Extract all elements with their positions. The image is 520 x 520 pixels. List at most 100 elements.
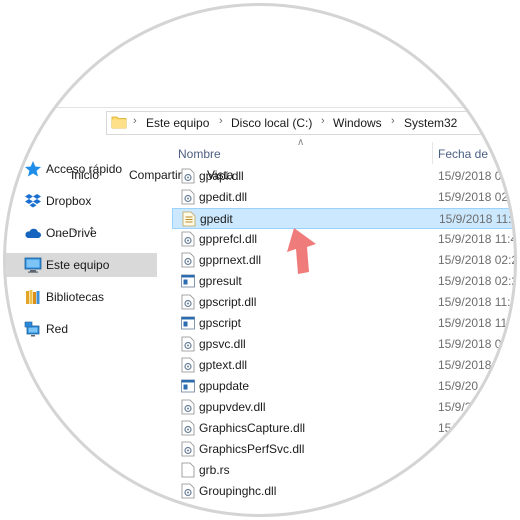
file-date: 15/9/2018 02:2 bbox=[438, 274, 514, 288]
sidebar-item-label: Dropbox bbox=[46, 194, 92, 208]
file-date: 15/9/2018 0 bbox=[438, 337, 502, 351]
dll-file-icon bbox=[181, 168, 195, 184]
file-row[interactable]: grb.rs 15/9/201 bbox=[172, 460, 514, 481]
breadcrumb-separator: › bbox=[321, 115, 325, 127]
application-icon bbox=[181, 316, 195, 330]
magnifier-circle: m32 Inicio Compartir Vista ← → ⌄ ↑ › Est… bbox=[6, 6, 514, 514]
file-name: gpupvdev.dll bbox=[199, 400, 266, 414]
breadcrumb-este-equipo[interactable]: Este equipo bbox=[146, 116, 209, 130]
file-date: 15/9/20 bbox=[438, 379, 479, 393]
file-date: 15/9/2018 bbox=[438, 421, 492, 435]
file-row[interactable]: Groupinghc.dll 15/9/20 bbox=[172, 481, 514, 502]
file-row-selected[interactable]: gpedit 15/9/2018 11: bbox=[172, 208, 514, 229]
sidebar-item-label: Acceso rápido bbox=[46, 162, 123, 176]
dll-file-icon bbox=[181, 357, 195, 373]
file-name: gpupdate bbox=[199, 379, 250, 393]
file-date: 15/9/20 bbox=[438, 484, 479, 498]
file-row[interactable]: gpscript 15/9/2018 11: bbox=[172, 313, 514, 334]
file-name: gpscript bbox=[199, 316, 242, 330]
pointer-arrow-annotation bbox=[287, 228, 316, 274]
file-row[interactable]: gpedit.dll 15/9/2018 02:2 bbox=[172, 187, 514, 208]
sidebar-item-label: OneDrive bbox=[46, 226, 97, 240]
file-date: 15/9/2018 11:4 bbox=[438, 232, 514, 246]
file-row[interactable]: gptext.dll 15/9/2018 02: bbox=[172, 355, 514, 376]
file-icon bbox=[181, 462, 195, 478]
sidebar-item-dropbox[interactable]: Dropbox bbox=[6, 189, 157, 213]
dll-file-icon bbox=[181, 441, 195, 457]
breadcrumb-disco-local[interactable]: Disco local (C:) bbox=[231, 116, 312, 130]
file-date: 15/9/2018 02: bbox=[438, 358, 512, 372]
file-name: gptext.dll bbox=[199, 358, 248, 372]
sidebar-item-este-equipo[interactable]: Este equipo bbox=[6, 253, 157, 277]
breadcrumb-separator: › bbox=[391, 115, 395, 127]
file-date: 15/9/2018 02:2 bbox=[438, 190, 514, 204]
dropbox-icon bbox=[25, 194, 41, 208]
application-icon bbox=[181, 379, 195, 393]
breadcrumb-system32[interactable]: System32 bbox=[404, 116, 457, 130]
file-name: gpscript.dll bbox=[199, 295, 257, 309]
column-divider[interactable] bbox=[432, 142, 433, 164]
breadcrumb-windows[interactable]: Windows bbox=[333, 116, 382, 130]
file-name: gpresult bbox=[199, 274, 242, 288]
sidebar-item-label: Red bbox=[46, 322, 69, 336]
file-explorer-window: m32 Inicio Compartir Vista ← → ⌄ ↑ › Est… bbox=[6, 6, 514, 514]
ribbon-tabs: Inicio Compartir Vista bbox=[6, 80, 514, 182]
file-date: 15/9/2018 11: bbox=[439, 212, 512, 226]
application-icon bbox=[181, 274, 195, 288]
library-icon bbox=[26, 290, 40, 304]
dll-file-icon bbox=[181, 336, 195, 352]
file-row[interactable]: gpsvc.dll 15/9/2018 0 bbox=[172, 334, 514, 355]
folder-icon bbox=[111, 116, 127, 129]
breadcrumb-separator: › bbox=[133, 115, 137, 127]
file-row[interactable]: gpapi.dll 15/9/2018 02:2 bbox=[172, 166, 514, 187]
file-row[interactable]: gpupdate 15/9/20 bbox=[172, 376, 514, 397]
file-row[interactable]: gpprnext.dll 15/9/2018 02:2 bbox=[172, 250, 514, 271]
file-name: gpedit bbox=[200, 212, 233, 226]
file-date: 15/9/2018 02:2 bbox=[438, 169, 514, 183]
column-header-name[interactable]: Nombre bbox=[178, 147, 221, 161]
file-row[interactable]: GraphicsCapture.dll 15/9/2018 bbox=[172, 418, 514, 439]
window-title: m32 bbox=[58, 60, 84, 75]
breadcrumb-separator: › bbox=[219, 115, 223, 127]
column-header-date[interactable]: Fecha de bbox=[438, 147, 488, 161]
cloud-icon bbox=[25, 228, 41, 238]
file-name: Groupinghc.dll bbox=[199, 484, 277, 498]
sidebar-item-bibliotecas[interactable]: Bibliotecas bbox=[6, 285, 157, 309]
file-date: 15/9/201 bbox=[438, 463, 485, 477]
dll-file-icon bbox=[181, 294, 195, 310]
screenshot-stage: m32 Inicio Compartir Vista ← → ⌄ ↑ › Est… bbox=[0, 0, 520, 520]
file-date: 15/9/2018 02:2 bbox=[438, 253, 514, 267]
file-name: gpsvc.dll bbox=[199, 337, 246, 351]
dll-file-icon bbox=[181, 399, 195, 415]
file-name: GraphicsCapture.dll bbox=[199, 421, 306, 435]
msc-file-icon bbox=[182, 211, 196, 227]
file-date: 15/9/2018 1 bbox=[438, 400, 502, 414]
dll-file-icon bbox=[181, 252, 195, 268]
file-name: grb.rs bbox=[199, 463, 230, 477]
file-date: 15/9/2018 11: bbox=[438, 316, 511, 330]
dll-file-icon bbox=[181, 420, 195, 436]
dll-file-icon bbox=[181, 483, 195, 499]
file-name: gpedit.dll bbox=[199, 190, 248, 204]
file-name: gpapi.dll bbox=[199, 169, 244, 183]
network-icon bbox=[24, 321, 40, 337]
file-row[interactable]: gpprefcl.dll 15/9/2018 11:4 bbox=[172, 229, 514, 250]
dll-file-icon bbox=[181, 231, 195, 247]
dll-file-icon bbox=[181, 189, 195, 205]
file-row[interactable]: gpupvdev.dll 15/9/2018 1 bbox=[172, 397, 514, 418]
file-name: GraphicsPerfSvc.dll bbox=[199, 442, 305, 456]
star-icon bbox=[25, 161, 41, 177]
sort-ascending-icon: ∧ bbox=[297, 137, 305, 148]
sidebar-item-label: Este equipo bbox=[46, 258, 110, 272]
sidebar-item-acceso-rapido[interactable]: Acceso rápido bbox=[6, 157, 157, 181]
sidebar-item-red[interactable]: Red bbox=[6, 317, 157, 341]
file-date: 15/9/2018 11: bbox=[438, 295, 511, 309]
file-date: 15/9/2018 bbox=[438, 442, 492, 456]
file-row[interactable]: GraphicsPerfSvc.dll 15/9/2018 bbox=[172, 439, 514, 460]
sidebar-item-onedrive[interactable]: OneDrive bbox=[6, 221, 157, 245]
file-name: gpprnext.dll bbox=[199, 253, 262, 267]
sidebar-item-label: Bibliotecas bbox=[46, 290, 105, 304]
file-row[interactable]: gpresult 15/9/2018 02:2 bbox=[172, 271, 514, 292]
file-row[interactable]: gpscript.dll 15/9/2018 11: bbox=[172, 292, 514, 313]
file-name: gpprefcl.dll bbox=[199, 232, 258, 246]
